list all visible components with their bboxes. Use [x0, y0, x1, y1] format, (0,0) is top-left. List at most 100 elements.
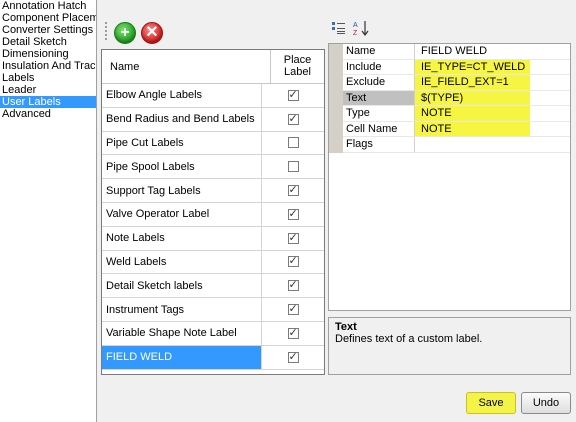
table-row[interactable]: Elbow Angle Labels [102, 84, 324, 108]
property-name: Exclude [343, 75, 415, 91]
property-row[interactable]: Type NOTE [329, 106, 570, 122]
delete-icon[interactable]: ✕ [141, 22, 163, 44]
settings-nav-tree: Annotation Hatch Component Placeme Convert… [0, 0, 97, 422]
label-name-cell[interactable]: FIELD WELD [102, 345, 262, 369]
property-gutter [329, 137, 343, 153]
property-gutter [329, 121, 343, 137]
undo-button[interactable]: Undo [521, 392, 571, 414]
property-value-text: $(TYPE) [421, 91, 464, 104]
table-row[interactable]: Note Labels [102, 226, 324, 251]
property-name: Type [343, 106, 415, 122]
property-value[interactable]: $(TYPE) [415, 90, 570, 106]
property-value[interactable]: IE_TYPE=CT_WELD [415, 59, 570, 75]
place-label-cell [262, 298, 324, 321]
label-name-cell[interactable]: Detail Sketch labels [102, 274, 262, 298]
nav-item-component-placeme[interactable]: Component Placeme [0, 12, 96, 24]
table-row[interactable]: Pipe Cut Labels [102, 131, 324, 156]
nav-item-leader[interactable]: Leader [0, 84, 96, 96]
label-name-cell[interactable]: Elbow Angle Labels [102, 84, 262, 107]
place-label-cell [262, 203, 324, 226]
property-row[interactable]: Exclude IE_FIELD_EXT=1 [329, 75, 570, 91]
nav-item-dimensioning[interactable]: Dimensioning [0, 48, 96, 60]
label-name-cell[interactable]: Instrument Tags [102, 298, 262, 321]
property-value-text: IE_TYPE=CT_WELD [421, 60, 526, 73]
table-row[interactable]: Variable Shape Note Label [102, 321, 324, 346]
table-row[interactable]: Weld Labels [102, 250, 324, 275]
property-name: Include [343, 59, 415, 75]
nav-item-advanced[interactable]: Advanced [0, 108, 96, 120]
property-name: Cell Name [343, 121, 415, 137]
place-label-checkbox[interactable] [287, 207, 299, 220]
property-value[interactable]: NOTE [415, 121, 570, 137]
property-value[interactable]: IE_FIELD_EXT=1 [415, 75, 570, 91]
property-grid: Name FIELD WELD Include IE_TYPE=CT_WELD Excl… [328, 43, 571, 311]
property-toolbar: A Z [331, 18, 369, 38]
property-value[interactable]: NOTE [415, 106, 570, 122]
label-name-cell[interactable]: Weld Labels [102, 250, 262, 274]
label-name-cell[interactable]: Bend Radius and Bend Labels [102, 107, 262, 131]
place-label-checkbox[interactable] [287, 161, 299, 173]
place-label-checkbox[interactable] [287, 350, 299, 363]
label-name-cell[interactable]: Pipe Spool Labels [102, 155, 262, 179]
label-name-cell[interactable]: Variable Shape Note Label [102, 321, 262, 345]
nav-item-detail-sketch[interactable]: Detail Sketch [0, 36, 96, 48]
nav-item-annotation-hatch[interactable]: Annotation Hatch [0, 0, 96, 12]
property-value-text [418, 138, 421, 150]
table-row[interactable]: Detail Sketch labels [102, 274, 324, 299]
place-label-checkbox[interactable] [287, 137, 299, 149]
property-value-text: IE_FIELD_EXT=1 [421, 76, 509, 88]
place-label-checkbox[interactable] [287, 183, 299, 197]
property-row[interactable]: Flags [329, 137, 570, 153]
property-value-text: FIELD WELD [421, 45, 488, 57]
property-gutter [329, 44, 343, 60]
property-name: Name [343, 44, 415, 60]
save-button[interactable]: Save [466, 392, 516, 414]
place-label-checkbox[interactable] [287, 326, 299, 339]
property-name: Flags [343, 137, 415, 153]
label-name-cell[interactable]: Support Tag Labels [102, 179, 262, 202]
svg-text:A: A [353, 22, 358, 29]
nav-item-converter-settings[interactable]: Converter Settings [0, 24, 96, 36]
property-value[interactable]: FIELD WELD [415, 44, 570, 60]
place-label-checkbox[interactable] [287, 302, 299, 316]
place-label-cell [262, 108, 324, 131]
property-row[interactable]: Cell Name NOTE [329, 121, 570, 137]
table-row[interactable]: Instrument Tags [102, 298, 324, 322]
add-icon[interactable]: + [114, 22, 136, 44]
toolbar-grip [105, 22, 107, 42]
property-row[interactable]: Text $(TYPE) [329, 90, 570, 106]
label-name-cell[interactable]: Note Labels [102, 226, 262, 250]
place-label-checkbox[interactable] [287, 112, 299, 125]
nav-item-user-labels[interactable]: User Labels [0, 96, 96, 108]
label-name-cell[interactable]: Pipe Cut Labels [102, 131, 262, 155]
place-label-cell [262, 155, 324, 178]
place-label-checkbox[interactable] [287, 231, 299, 244]
description-title: Text [335, 321, 357, 333]
property-value[interactable] [415, 137, 570, 153]
property-row[interactable]: Name FIELD WELD [329, 44, 570, 60]
place-label-checkbox[interactable] [287, 88, 299, 101]
column-header-name[interactable]: Name [102, 50, 271, 83]
property-description: Text Defines text of a custom label. [328, 317, 571, 375]
table-row[interactable]: Pipe Spool Labels [102, 155, 324, 180]
column-header-place-label[interactable]: Place Label [271, 50, 324, 83]
label-name-cell[interactable]: Valve Operator Label [102, 202, 262, 226]
place-label-checkbox[interactable] [287, 278, 299, 292]
table-row[interactable]: Valve Operator Label [102, 202, 324, 227]
nav-item-labels[interactable]: Labels [0, 72, 96, 84]
property-row[interactable]: Include IE_TYPE=CT_WELD [329, 59, 570, 75]
property-name: Text [343, 90, 415, 106]
place-label-checkbox[interactable] [287, 254, 299, 268]
categorized-view-icon[interactable] [331, 20, 347, 36]
place-label-cell [262, 179, 324, 202]
place-label-cell [262, 251, 324, 274]
table-row[interactable]: Bend Radius and Bend Labels [102, 107, 324, 132]
nav-item-insulation-and-tracin[interactable]: Insulation And Tracin [0, 60, 96, 72]
table-row[interactable]: FIELD WELD [102, 345, 324, 370]
place-label-cell [262, 227, 324, 250]
place-label-cell [262, 84, 324, 107]
table-row[interactable]: Support Tag Labels [102, 179, 324, 203]
place-label-cell [262, 274, 324, 297]
alphabetical-sort-icon[interactable]: A Z [353, 20, 369, 36]
property-gutter [329, 106, 343, 122]
